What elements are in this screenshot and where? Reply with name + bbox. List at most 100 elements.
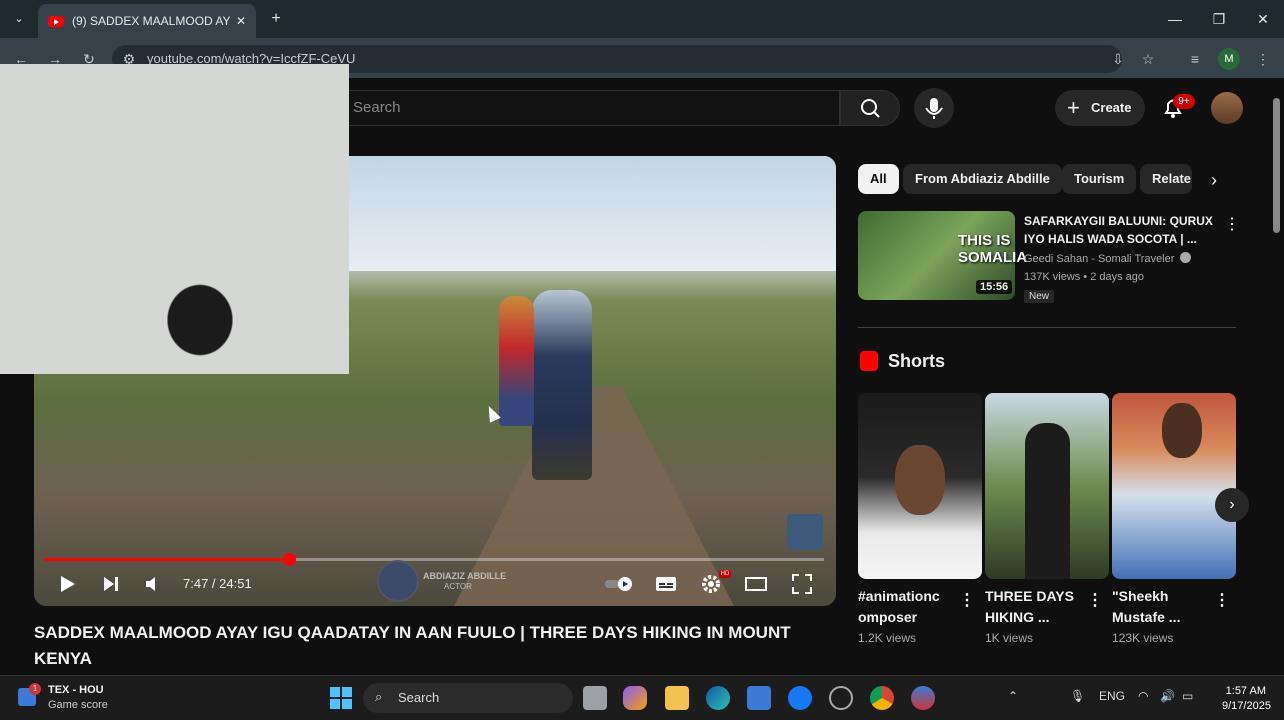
browser-tab[interactable]: (9) SADDEX MAALMOOD AYAY ✕ xyxy=(38,4,256,38)
short-thumbnail[interactable] xyxy=(1112,393,1236,579)
short-thumbnail-face xyxy=(895,445,945,515)
short-more-icon[interactable]: ⋮ xyxy=(1214,593,1230,609)
new-badge: New xyxy=(1024,290,1055,303)
chips-next-chevron-icon[interactable]: › xyxy=(1202,168,1226,192)
chip-from-channel[interactable]: From Abdiaziz Abdille xyxy=(903,164,1062,194)
channel-overlay-name: ABDIAZIZ ABDILLE xyxy=(423,571,507,581)
clock-date: 9/17/2025 xyxy=(1222,700,1271,712)
account-avatar[interactable] xyxy=(1211,92,1243,124)
channel-overlay-subtitle: ACTOR xyxy=(444,582,472,591)
bookmark-star-icon[interactable]: ☆ xyxy=(1137,48,1159,70)
youtube-favicon-icon xyxy=(48,15,64,27)
progress-scrubber[interactable] xyxy=(282,553,296,566)
theater-mode-button[interactable] xyxy=(744,572,768,596)
short-title[interactable]: THREE DAYS HIKING ... xyxy=(985,586,1093,628)
autoplay-toggle[interactable] xyxy=(603,572,635,596)
shorts-next-chevron-icon[interactable]: › xyxy=(1215,488,1249,522)
play-icon xyxy=(61,576,75,592)
chip-all[interactable]: All xyxy=(858,164,899,194)
taskbar-search-icon: ⌕ xyxy=(375,689,383,704)
voice-search-button[interactable] xyxy=(914,88,954,128)
taskbar-clock[interactable]: 1:57 AM 9/17/2025 xyxy=(1222,684,1271,714)
maximize-button[interactable]: ❐ xyxy=(1204,8,1234,30)
short-thumbnail[interactable] xyxy=(985,393,1109,579)
minimize-button[interactable]: — xyxy=(1160,8,1190,30)
notification-badge: 9+ xyxy=(1173,94,1195,109)
taskbar-search[interactable]: Search xyxy=(363,683,573,713)
fullscreen-button[interactable] xyxy=(790,572,814,596)
short-thumbnail[interactable] xyxy=(858,393,982,579)
tab-close-icon[interactable]: ✕ xyxy=(236,14,246,28)
close-window-button[interactable]: ✕ xyxy=(1248,8,1278,30)
chip-tourism[interactable]: Tourism xyxy=(1062,164,1137,194)
channel-watermark[interactable] xyxy=(787,514,823,550)
shorts-heading: Shorts xyxy=(888,351,946,371)
video-frame-hiker-2 xyxy=(499,296,534,426)
recommended-more-icon[interactable]: ⋮ xyxy=(1224,214,1240,234)
create-label: Create xyxy=(1091,100,1132,115)
task-view-icon[interactable] xyxy=(583,686,607,710)
short-more-icon[interactable]: ⋮ xyxy=(959,593,975,609)
next-button[interactable] xyxy=(99,572,123,596)
subtitles-button[interactable] xyxy=(654,572,678,596)
language-indicator[interactable]: ENG xyxy=(1099,689,1125,703)
theater-icon xyxy=(745,577,767,591)
fullscreen-icon xyxy=(792,574,812,594)
short-views: 123K views xyxy=(1112,631,1174,645)
channel-overlay-avatar[interactable] xyxy=(377,560,419,602)
search-placeholder: Search xyxy=(353,99,401,116)
install-app-icon[interactable]: ⇩ xyxy=(1107,48,1129,70)
next-icon xyxy=(104,577,118,591)
wifi-icon[interactable]: ◠ xyxy=(1138,689,1148,703)
subtitles-icon xyxy=(656,577,676,591)
short-title[interactable]: #animationc omposer xyxy=(858,586,966,628)
game-widget-title[interactable]: TEX - HOU xyxy=(48,684,104,696)
create-button[interactable]: Create xyxy=(1055,90,1145,126)
browser-menu-icon[interactable]: ⋮ xyxy=(1252,48,1274,70)
volume-tray-icon[interactable]: 🔊 xyxy=(1160,689,1175,703)
short-more-icon[interactable]: ⋮ xyxy=(1087,593,1103,609)
search-input[interactable]: Search xyxy=(340,90,840,126)
app-icon[interactable] xyxy=(911,686,935,710)
recommended-channel[interactable]: Geedi Sahan - Somali Traveler xyxy=(1024,252,1192,265)
microphone-tray-icon[interactable]: 🎙 xyxy=(1070,689,1085,703)
recommended-duration: 15:56 xyxy=(976,280,1013,294)
tab-search-dropdown[interactable]: ⌄ xyxy=(10,10,28,28)
shorts-icon xyxy=(860,351,878,371)
store-icon[interactable] xyxy=(747,686,771,710)
windows-start-button[interactable] xyxy=(330,687,352,709)
volume-button[interactable] xyxy=(141,572,165,596)
hd-badge: HD xyxy=(719,570,731,578)
short-thumbnail-face xyxy=(1162,403,1202,458)
search-icon xyxy=(861,99,880,118)
game-widget-subtitle: Game score xyxy=(48,699,108,711)
search-button[interactable] xyxy=(840,90,900,126)
progress-played xyxy=(44,558,289,561)
short-title[interactable]: "Sheekh Mustafe ... xyxy=(1112,586,1220,628)
new-tab-button[interactable]: + xyxy=(266,9,286,29)
scrollbar-thumb[interactable] xyxy=(1273,98,1280,233)
file-explorer-icon[interactable] xyxy=(665,686,689,710)
show-hidden-icons-icon[interactable]: ⌃ xyxy=(1008,689,1018,703)
reading-list-icon[interactable]: ≡ xyxy=(1184,48,1206,70)
game-widget-badge: 1 xyxy=(29,683,41,695)
taskbar-search-label: Search xyxy=(398,690,440,705)
settings-app-icon[interactable] xyxy=(829,686,853,710)
autoplay-toggle-icon xyxy=(605,577,632,591)
recommended-title[interactable]: SAFARKAYGII BALUUNI: QURUX IYO HALIS WAD… xyxy=(1024,212,1220,248)
battery-icon[interactable]: ▭ xyxy=(1182,689,1193,703)
chrome-icon[interactable] xyxy=(870,686,894,710)
clock-time: 1:57 AM xyxy=(1225,685,1266,697)
video-title: SADDEX MAALMOOD AYAY IGU QAADATAY IN AAN… xyxy=(34,623,791,668)
volume-icon xyxy=(146,577,155,591)
recommended-meta: 137K views • 2 days ago xyxy=(1024,271,1145,283)
play-button[interactable] xyxy=(55,572,79,596)
video-frame-hiker xyxy=(532,290,592,480)
chip-related[interactable]: Relate xyxy=(1140,164,1192,194)
short-thumbnail-person xyxy=(1025,423,1070,579)
copilot-icon[interactable] xyxy=(623,686,647,710)
tab-title: (9) SADDEX MAALMOOD AYAY xyxy=(72,14,230,28)
edge-icon[interactable] xyxy=(706,686,730,710)
profile-icon[interactable]: M xyxy=(1218,48,1240,70)
facebook-icon[interactable] xyxy=(788,686,812,710)
